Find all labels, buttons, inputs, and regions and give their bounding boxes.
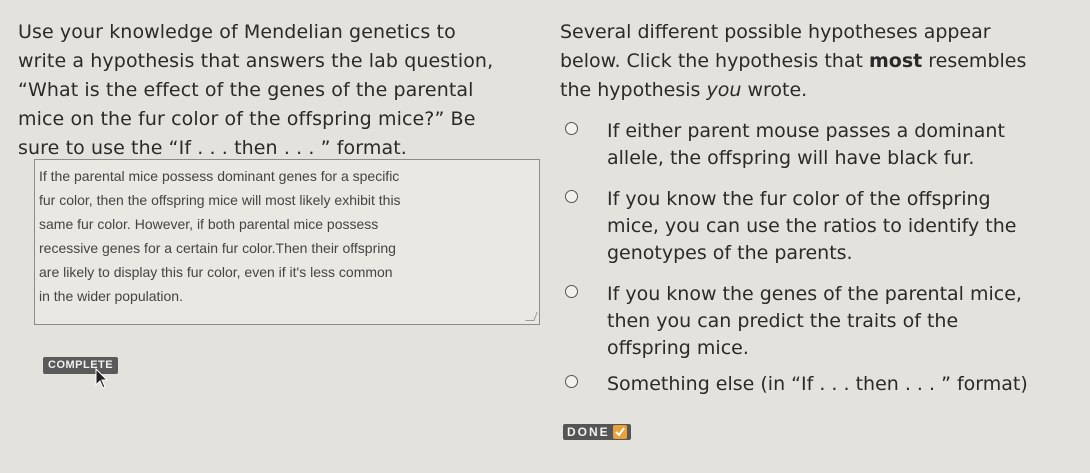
arrow-cursor-icon: [95, 368, 109, 389]
instructions-emphasis: most: [868, 50, 923, 72]
resize-handle-icon[interactable]: [525, 312, 538, 321]
question-line: mice on the fur color of the offspring m…: [18, 108, 476, 130]
instructions-text: wrote.: [741, 79, 808, 101]
question-line: Use your knowledge of Mendelian genetics…: [18, 21, 456, 43]
radio-icon[interactable]: [565, 375, 578, 388]
radio-icon[interactable]: [565, 190, 578, 203]
question-line: write a hypothesis that answers the lab …: [18, 50, 494, 72]
instructions-line: the hypothesis you wrote.: [560, 76, 1065, 105]
answer-text: If the parental mice possess dominant ge…: [39, 168, 401, 304]
option-label: If you know the genes of the parental mi…: [607, 283, 1022, 359]
radio-icon[interactable]: [565, 285, 578, 298]
instructions-line: below. Click the hypothesis that most re…: [560, 47, 1065, 76]
instructions-text: resembles: [922, 50, 1027, 72]
option-label: If either parent mouse passes a dominant…: [607, 120, 1005, 169]
question-prompt: Use your knowledge of Mendelian genetics…: [18, 18, 538, 163]
instructions-line: Several different possible hypotheses ap…: [560, 21, 991, 43]
radio-icon[interactable]: [565, 122, 578, 135]
done-button[interactable]: DONE: [563, 424, 631, 440]
done-label: DONE: [567, 425, 610, 439]
question-line: “What is the effect of the genes of the …: [18, 79, 474, 101]
instructions-text: below. Click the hypothesis that: [560, 50, 869, 72]
option-label: Something else (in “If . . . then . . . …: [607, 373, 1028, 395]
instructions-emphasis: you: [706, 79, 742, 101]
option-label: If you know the fur color of the offspri…: [607, 188, 1017, 264]
instructions: Several different possible hypotheses ap…: [560, 18, 1065, 105]
instructions-text: the hypothesis: [560, 79, 707, 101]
answer-textarea[interactable]: If the parental mice possess dominant ge…: [34, 159, 540, 325]
check-icon: [612, 425, 627, 439]
